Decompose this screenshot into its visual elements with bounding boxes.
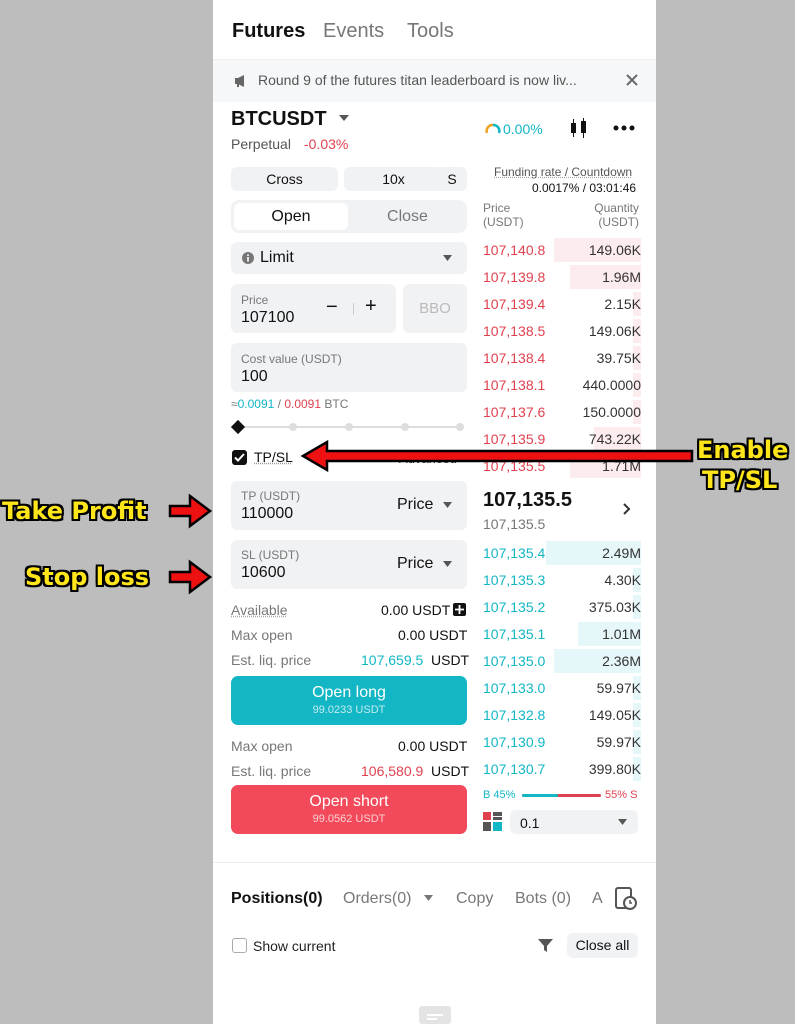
annotation-enable: Enable: [697, 436, 789, 464]
annotation-stop-loss: Stop loss: [25, 563, 150, 591]
annotation-take-profit: Take Profit: [2, 497, 147, 525]
annotation-tpsl: TP/SL: [702, 466, 778, 494]
enable-tpsl-arrow: [300, 439, 694, 473]
take-profit-arrow: [168, 493, 213, 529]
stop-loss-arrow: [168, 559, 213, 595]
